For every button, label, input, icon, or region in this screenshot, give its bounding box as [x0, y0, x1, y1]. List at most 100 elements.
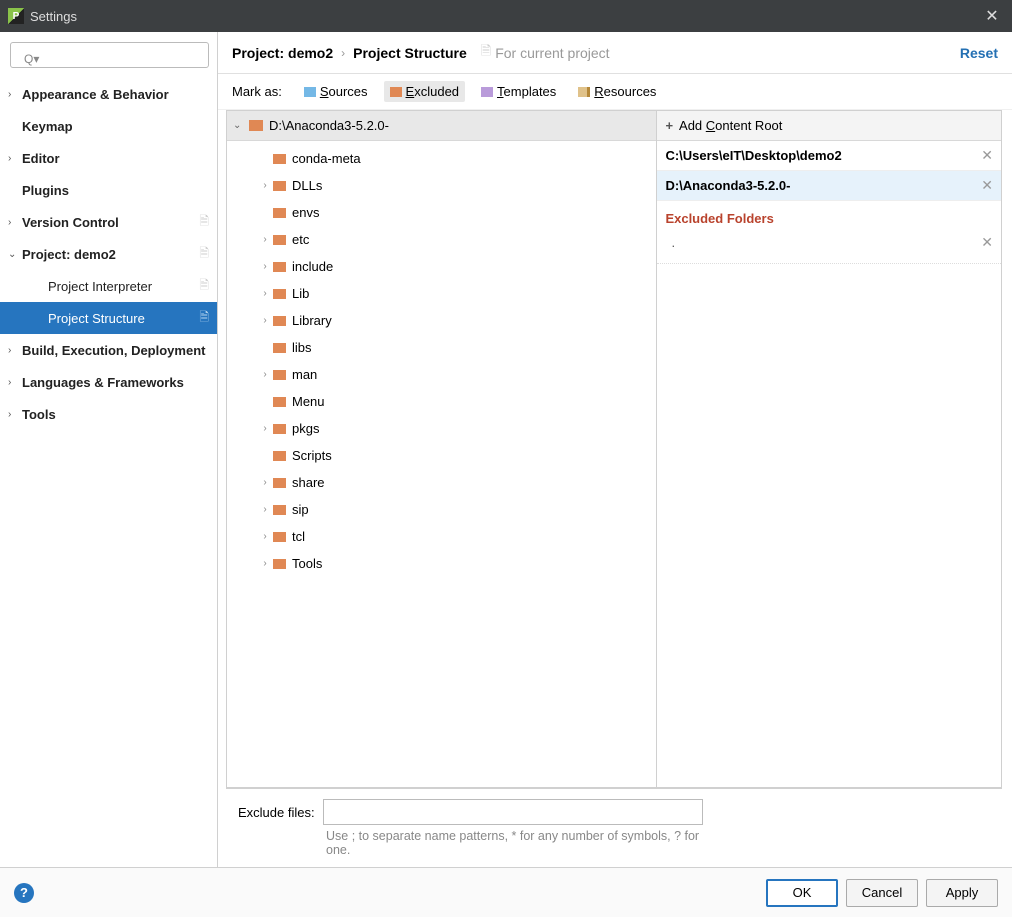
close-icon[interactable]: ✕: [972, 0, 1012, 32]
tree-item[interactable]: › Library: [227, 307, 656, 334]
tree-item[interactable]: ›libs: [227, 334, 656, 361]
excluded-folders-header: Excluded Folders: [657, 201, 1001, 230]
tree-item[interactable]: ›Menu: [227, 388, 656, 415]
sidebar-item-tools[interactable]: ›Tools: [0, 398, 217, 430]
sidebar-item-project-interpreter[interactable]: Project Interpreter🗎: [0, 270, 217, 302]
sidebar-item-keymap[interactable]: Keymap: [0, 110, 217, 142]
tree-item[interactable]: ›conda-meta: [227, 145, 656, 172]
breadcrumb-hint: For current project: [495, 45, 609, 61]
tree-item-label: DLLs: [292, 178, 322, 193]
chevron-right-icon: ›: [257, 477, 273, 488]
content-root-row[interactable]: C:\Users\eIT\Desktop\demo2✕: [657, 141, 1001, 171]
folder-icon: [273, 370, 286, 380]
tree-item-label: pkgs: [292, 421, 319, 436]
folder-icon: [273, 451, 286, 461]
chevron-right-icon: ›: [257, 288, 273, 299]
sidebar-item-label: Plugins: [22, 183, 217, 198]
sidebar-item-project-demo2[interactable]: ⌄Project: demo2🗎: [0, 238, 217, 270]
chevron-right-icon: ›: [257, 423, 273, 434]
tree-item[interactable]: › DLLs: [227, 172, 656, 199]
chevron-right-icon: ›: [257, 531, 273, 542]
mark-excluded-button[interactable]: Excluded: [384, 81, 465, 102]
mark-as-bar: Mark as: Sources Excluded Templates Reso…: [218, 74, 1012, 110]
sidebar-item-languages-frameworks[interactable]: ›Languages & Frameworks: [0, 366, 217, 398]
tree-item[interactable]: ›etc: [227, 226, 656, 253]
remove-excluded-icon[interactable]: ✕: [981, 234, 993, 251]
chevron-right-icon: ›: [257, 261, 273, 272]
tree-item[interactable]: ›man: [227, 361, 656, 388]
app-icon: P: [8, 8, 24, 24]
cancel-button[interactable]: Cancel: [846, 879, 918, 907]
excluded-folder-row[interactable]: . ✕: [657, 230, 1001, 264]
folder-icon: [273, 181, 286, 191]
help-button[interactable]: ?: [14, 883, 34, 903]
tree-item-label: Scripts: [292, 448, 332, 463]
add-content-root-button[interactable]: + Add Content RootAdd Content Root: [657, 111, 1001, 141]
tree-item[interactable]: ›Lib: [227, 280, 656, 307]
ok-button[interactable]: OK: [766, 879, 838, 907]
folder-icon: [273, 397, 286, 407]
tree-item[interactable]: ›Tools: [227, 550, 656, 577]
project-scope-icon: 🗎: [199, 212, 217, 233]
chevron-right-icon: ›: [341, 46, 345, 60]
chevron-icon: ›: [8, 89, 22, 100]
sidebar-item-editor[interactable]: ›Editor: [0, 142, 217, 174]
tree-item[interactable]: › tcl: [227, 523, 656, 550]
remove-root-icon[interactable]: ✕: [981, 147, 993, 164]
chevron-icon: ›: [8, 345, 22, 356]
sidebar-item-plugins[interactable]: Plugins: [0, 174, 217, 206]
settings-sidebar: Q▾ ›Appearance & BehaviorKeymap›EditorPl…: [0, 32, 218, 867]
content-root-row[interactable]: D:\Anaconda3-5.2.0-✕: [657, 171, 1001, 201]
sidebar-item-label: Tools: [22, 407, 217, 422]
tree-item[interactable]: ›sip: [227, 496, 656, 523]
tree-root-label: D:\Anaconda3-5.2.0-: [269, 118, 389, 133]
exclude-files-input[interactable]: [323, 799, 703, 825]
chevron-icon: ⌄: [8, 249, 22, 260]
chevron-icon: ›: [8, 153, 22, 164]
folder-tan-icon: [578, 87, 590, 97]
sidebar-item-label: Project Structure: [48, 311, 199, 326]
tree-item[interactable]: ›Scripts: [227, 442, 656, 469]
sidebar-item-version-control[interactable]: ›Version Control🗎: [0, 206, 217, 238]
sidebar-item-appearance-behavior[interactable]: ›Appearance & Behavior: [0, 78, 217, 110]
chevron-right-icon: ›: [257, 315, 273, 326]
mark-resources-button[interactable]: Resources: [572, 81, 662, 102]
mark-templates-button[interactable]: Templates: [475, 81, 562, 102]
apply-button[interactable]: Apply: [926, 879, 998, 907]
remove-root-icon[interactable]: ✕: [981, 177, 993, 194]
tree-item-label: tcl: [292, 529, 305, 544]
project-scope-icon: 🗎: [199, 244, 217, 265]
sidebar-item-label: Version Control: [22, 215, 199, 230]
mark-as-label: Mark as:: [232, 84, 282, 99]
tree-item-label: Library: [292, 313, 332, 328]
search-input[interactable]: [10, 42, 209, 68]
tree-item-label: etc: [292, 232, 309, 247]
chevron-icon: ›: [8, 217, 22, 228]
tree-item-label: envs: [292, 205, 319, 220]
chevron-right-icon: ›: [257, 180, 273, 191]
mark-sources-button[interactable]: Sources: [298, 81, 374, 102]
tree-item[interactable]: ›envs: [227, 199, 656, 226]
tree-root-row[interactable]: ⌄ D:\Anaconda3-5.2.0-: [227, 111, 656, 141]
reset-link[interactable]: Reset: [960, 45, 998, 61]
breadcrumb-project: Project: demo2: [232, 45, 333, 61]
tree-item-label: man: [292, 367, 317, 382]
folder-icon: [273, 289, 286, 299]
tree-item[interactable]: › share: [227, 469, 656, 496]
tree-item-label: share: [292, 475, 325, 490]
doc-icon: 🗎: [481, 42, 491, 64]
sidebar-item-label: Languages & Frameworks: [22, 375, 217, 390]
folder-icon: [273, 532, 286, 542]
sidebar-item-project-structure[interactable]: Project Structure🗎: [0, 302, 217, 334]
folder-icon: [273, 343, 286, 353]
folder-icon: [249, 120, 263, 131]
sidebar-item-label: Project Interpreter: [48, 279, 199, 294]
folder-icon: [273, 208, 286, 218]
sidebar-item-build-execution-deployment[interactable]: ›Build, Execution, Deployment: [0, 334, 217, 366]
tree-item[interactable]: › pkgs: [227, 415, 656, 442]
chevron-icon: ›: [8, 409, 22, 420]
excluded-folder-path: .: [671, 235, 981, 250]
tree-item[interactable]: ›include: [227, 253, 656, 280]
add-content-root-label: Add Content RootAdd Content Root: [679, 118, 782, 133]
folder-icon: [273, 505, 286, 515]
